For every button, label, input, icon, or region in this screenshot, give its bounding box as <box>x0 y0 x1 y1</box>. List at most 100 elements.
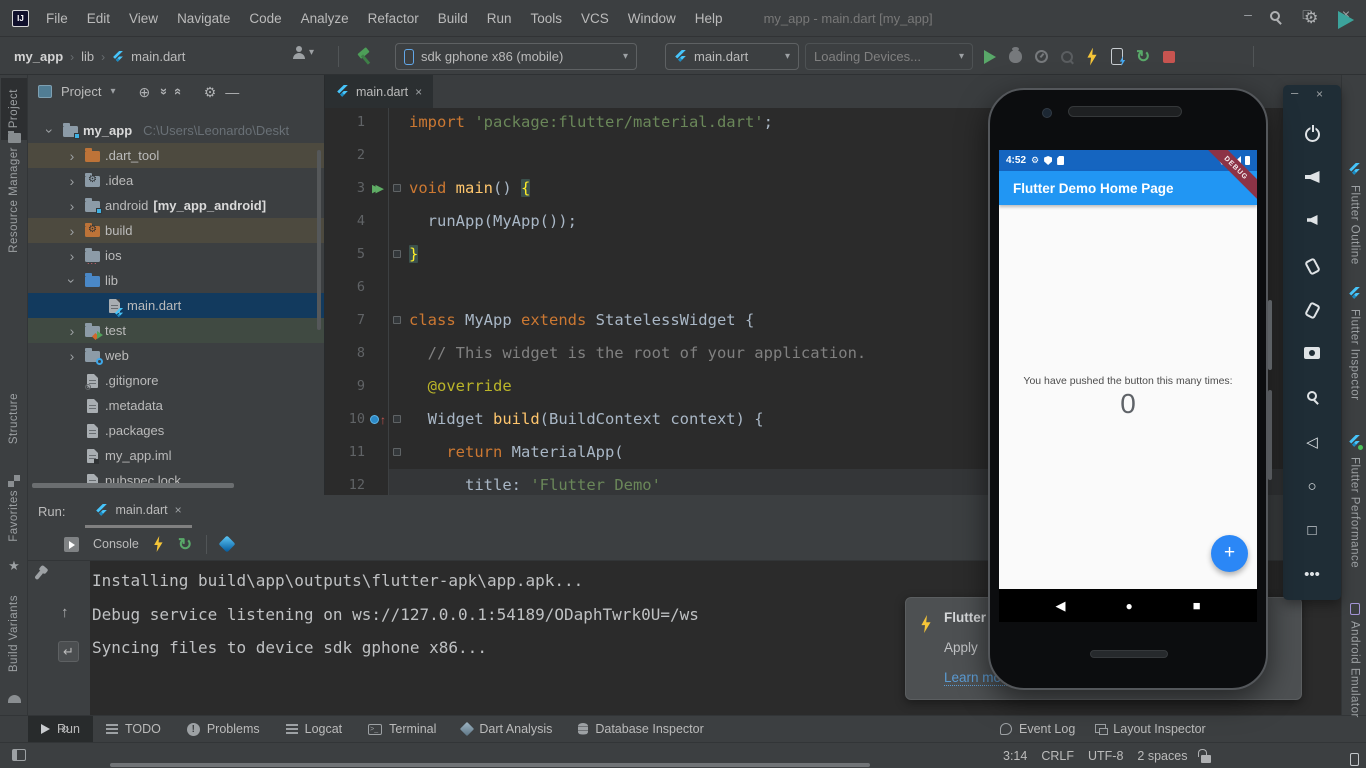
hot-restart-icon[interactable]: ↻ <box>1136 48 1150 65</box>
volume-down-icon[interactable] <box>1307 215 1318 225</box>
tree-item-.packages[interactable]: .packages <box>28 418 324 443</box>
more-icon[interactable]: ••• <box>1304 567 1320 582</box>
project-vertical-scrollbar[interactable] <box>317 150 321 330</box>
sync-device-icon[interactable] <box>1111 48 1123 65</box>
device-selector[interactable]: sdk gphone x86 (mobile) ▾ <box>395 43 637 70</box>
button-layout-inspector[interactable]: Layout Inspector <box>1095 715 1205 742</box>
search-icon[interactable] <box>1270 11 1280 21</box>
close-icon[interactable]: × <box>175 503 182 517</box>
tree-chevron-icon[interactable]: › <box>64 349 80 363</box>
soft-wrap-icon[interactable]: ↵ <box>58 641 79 662</box>
editor-tab-main-dart[interactable]: main.dart × <box>325 75 433 108</box>
breadcrumb-item-my_app[interactable]: my_app <box>14 49 63 64</box>
hot-reload-icon[interactable] <box>1086 48 1098 66</box>
fold-marker-icon[interactable] <box>393 250 401 258</box>
run-icon[interactable] <box>984 50 996 64</box>
expand-all-icon[interactable]: « <box>155 88 170 95</box>
sidebar-tab-de[interactable]: De <box>1342 753 1366 768</box>
fold-marker-icon[interactable] <box>393 415 401 423</box>
menu-analyze[interactable]: Analyze <box>298 9 352 28</box>
debug-icon[interactable] <box>1009 50 1022 63</box>
tree-chevron-icon[interactable]: › <box>64 149 80 163</box>
tree-chevron-icon[interactable]: › <box>64 199 80 213</box>
menu-view[interactable]: View <box>126 9 161 28</box>
sidebar-tab-project[interactable]: Project <box>1 78 27 140</box>
hide-panel-icon[interactable]: — <box>225 85 239 99</box>
menu-file[interactable]: File <box>43 9 71 28</box>
tree-chevron-icon[interactable]: › <box>43 123 57 139</box>
nav-back-button[interactable]: ◀ <box>1055 599 1065 612</box>
status-cursor-position[interactable]: 3:14 <box>1003 749 1027 763</box>
collapse-all-icon[interactable]: « <box>172 88 187 95</box>
toolwindow-database-inspector[interactable]: Database Inspector <box>565 716 716 743</box>
up-arrow-icon[interactable]: ↑ <box>61 604 69 621</box>
tree-chevron-icon[interactable]: › <box>64 324 80 338</box>
tree-item-test[interactable]: ›test <box>28 318 324 343</box>
menu-navigate[interactable]: Navigate <box>174 9 233 28</box>
tree-item-build[interactable]: ›⚙build <box>28 218 324 243</box>
fab-add-button[interactable]: + <box>1211 535 1248 572</box>
tree-item-android[interactable]: ›android [my_app_android] <box>28 193 324 218</box>
fold-marker-icon[interactable] <box>393 316 401 324</box>
screenshot-icon[interactable] <box>1304 347 1320 359</box>
minimize-button[interactable]: – <box>1234 6 1262 22</box>
close-icon[interactable]: × <box>415 85 422 99</box>
pin-icon[interactable] <box>34 570 43 580</box>
tree-chevron-icon[interactable]: › <box>65 273 79 289</box>
status-line-ending[interactable]: CRLF <box>1041 749 1074 763</box>
tree-item-ios[interactable]: ›...ios <box>28 243 324 268</box>
tree-item-lib[interactable]: ›lib <box>28 268 324 293</box>
run-tab-main-dart[interactable]: main.dart × <box>85 495 191 528</box>
locate-file-icon[interactable]: ⊕ <box>139 85 151 99</box>
emulator-close-icon[interactable]: × <box>1316 87 1323 101</box>
project-horizontal-scrollbar[interactable] <box>32 483 234 488</box>
rotate-left-icon[interactable] <box>1304 257 1321 275</box>
status-encoding[interactable]: UTF-8 <box>1088 749 1123 763</box>
menu-code[interactable]: Code <box>246 9 284 28</box>
menu-tools[interactable]: Tools <box>528 9 566 28</box>
emulator-minimize-icon[interactable]: – <box>1291 85 1298 100</box>
sidebar-tab-build-variants[interactable]: Build Variants <box>0 595 28 672</box>
sidebar-tab-android-emulator[interactable]: Android Emulator <box>1342 603 1366 749</box>
home-icon[interactable]: ○ <box>1307 479 1316 494</box>
console-tab-label[interactable]: Console <box>93 537 139 551</box>
toolwindow-terminal[interactable]: >_Terminal <box>355 716 449 743</box>
toolwindow-problems[interactable]: !Problems <box>174 716 273 743</box>
lock-icon[interactable] <box>1201 755 1211 763</box>
tree-item-my_app[interactable]: ›my_appC:\Users\Leonardo\Deskt <box>28 118 324 143</box>
sidebar-tab-flutter-outline[interactable]: Flutter Outline <box>1342 163 1366 303</box>
tool-window-switcher-icon[interactable] <box>12 749 26 761</box>
fold-marker-icon[interactable] <box>393 184 401 192</box>
menu-window[interactable]: Window <box>625 9 679 28</box>
tree-chevron-icon[interactable]: › <box>64 249 80 263</box>
tree-item-.dart_tool[interactable]: ›.dart_tool <box>28 143 324 168</box>
menu-build[interactable]: Build <box>435 9 471 28</box>
breadcrumb-item-lib[interactable]: lib <box>81 49 94 64</box>
nav-home-button[interactable]: ● <box>1125 600 1132 612</box>
hot-reload-icon[interactable] <box>153 536 164 552</box>
menu-help[interactable]: Help <box>692 9 726 28</box>
sidebar-tab-flutter-performance[interactable]: Flutter Performance <box>1342 435 1366 597</box>
tree-item-.idea[interactable]: ›⚙.idea <box>28 168 324 193</box>
tree-chevron-icon[interactable]: › <box>64 224 80 238</box>
build-hammer-icon[interactable] <box>356 48 374 64</box>
toolwindow-logcat[interactable]: Logcat <box>273 716 356 743</box>
back-icon[interactable]: ◁ <box>1306 435 1318 450</box>
tree-item-web[interactable]: ›web <box>28 343 324 368</box>
settings-gear-icon[interactable]: ⚙ <box>204 85 217 99</box>
sidebar-tab-structure[interactable]: Structure <box>0 393 28 444</box>
volume-up-icon[interactable] <box>1305 171 1320 183</box>
sidebar-tab-flutter-inspector[interactable]: Flutter Inspector <box>1342 287 1366 439</box>
sidebar-tab-favorites[interactable]: ★Favorites <box>0 490 28 542</box>
vcs-user-button[interactable]: ▾ <box>292 46 314 59</box>
menu-run[interactable]: Run <box>484 9 515 28</box>
console-horizontal-scrollbar[interactable] <box>110 763 870 767</box>
toolwindow-dart-analysis[interactable]: Dart Analysis <box>449 716 565 743</box>
rotate-right-icon[interactable] <box>1304 301 1321 319</box>
more-options-icon[interactable]: » <box>61 720 69 737</box>
menu-vcs[interactable]: VCS <box>578 9 612 28</box>
power-icon[interactable] <box>1305 127 1320 142</box>
fold-marker-icon[interactable] <box>393 448 401 456</box>
breadcrumb-item-main.dart[interactable]: main.dart <box>131 49 185 64</box>
run-config-selector[interactable]: main.dart ▾ <box>665 43 799 70</box>
